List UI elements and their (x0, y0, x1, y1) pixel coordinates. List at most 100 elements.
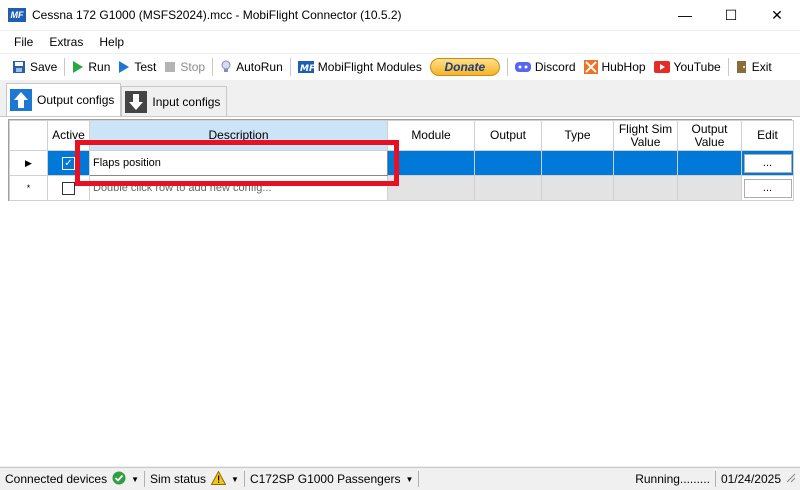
new-row-hint[interactable]: Double click row to add new config... (89, 175, 388, 201)
minimize-button[interactable]: — (662, 0, 708, 30)
menu-help[interactable]: Help (91, 35, 132, 49)
test-label: Test (134, 60, 157, 74)
stop-label: Stop (180, 60, 206, 74)
hubhop-icon (583, 60, 598, 74)
check-circle-icon (112, 471, 126, 488)
active-checkbox-cell[interactable]: ✓ (47, 150, 90, 176)
resize-grip-icon[interactable] (786, 472, 796, 486)
warning-icon (210, 469, 227, 488)
output-value-cell (677, 175, 742, 201)
connected-devices-status[interactable]: Connected devices ▼ (0, 470, 144, 489)
play-icon (72, 60, 84, 74)
column-header-output-value[interactable]: Output Value (677, 120, 742, 151)
svg-text:MF: MF (300, 64, 314, 73)
output-configs-panel: Active Description Module Output Type Fl… (0, 116, 800, 466)
window-title: Cessna 172 G1000 (MSFS2024).mcc - MobiFl… (32, 7, 402, 22)
youtube-icon (653, 61, 670, 73)
toolbar-separator (506, 58, 508, 76)
sim-status-label: Sim status (150, 472, 207, 486)
exit-button[interactable]: Exit (732, 56, 776, 78)
edit-button[interactable]: ... (743, 178, 792, 198)
table-row[interactable]: ▶ ✓ Flaps position ... (9, 150, 794, 176)
output-cell[interactable] (474, 175, 542, 201)
column-header-flight-sim-value[interactable]: Flight Sim Value (613, 120, 678, 151)
column-header-edit[interactable]: Edit (741, 120, 794, 151)
status-separator (418, 471, 420, 487)
type-cell[interactable] (541, 150, 614, 176)
youtube-button[interactable]: YouTube (650, 56, 725, 78)
module-cell[interactable] (387, 150, 475, 176)
output-config-grid: Active Description Module Output Type Fl… (8, 119, 794, 201)
flight-sim-value-cell (613, 175, 678, 201)
sim-status[interactable]: Sim status ▼ (145, 469, 244, 489)
run-button[interactable]: Run (68, 56, 114, 78)
youtube-label: YouTube (673, 60, 721, 74)
toolbar-separator (727, 58, 729, 76)
status-bar: Connected devices ▼ Sim status ▼ C172SP … (0, 467, 800, 490)
exit-door-icon (736, 60, 748, 74)
column-header-type[interactable]: Type (541, 120, 614, 151)
column-header-module[interactable]: Module (387, 120, 475, 151)
edit-button[interactable]: ... (743, 153, 792, 173)
config-tabs: Output configs Input configs (0, 82, 800, 116)
arrow-down-icon (125, 90, 148, 113)
maximize-button[interactable]: ☐ (708, 0, 754, 30)
connected-devices-label: Connected devices (5, 472, 108, 486)
run-label: Run (88, 60, 111, 74)
column-header-active[interactable]: Active (47, 120, 90, 151)
toolbar-separator (64, 58, 66, 76)
flight-sim-value-cell (613, 150, 678, 176)
mobiflight-logo-icon: MF (297, 61, 314, 73)
output-value-cell (677, 150, 742, 176)
hubhop-button[interactable]: HubHop (580, 56, 650, 78)
edit-cell: ... (741, 175, 794, 201)
arrow-up-icon (10, 89, 32, 111)
module-cell[interactable] (387, 175, 475, 201)
active-checkbox[interactable] (62, 181, 75, 195)
close-button[interactable]: ✕ (754, 0, 800, 30)
description-cell[interactable]: Flaps position (89, 150, 388, 176)
exit-label: Exit (751, 60, 772, 74)
mobiflight-logo-icon: MF (8, 7, 26, 22)
aircraft-selector[interactable]: C172SP G1000 Passengers ▼ (245, 470, 418, 489)
column-header-description[interactable]: Description (89, 120, 388, 151)
discord-icon (514, 61, 531, 73)
discord-label: Discord (534, 60, 576, 74)
tab-input-label: Input configs (152, 94, 221, 109)
new-row-marker[interactable]: * (9, 175, 48, 201)
toolbar: Save Run Test Stop AutoRun MF MobiFlight… (0, 54, 800, 80)
save-label: Save (30, 60, 58, 74)
row-header-column (9, 120, 48, 151)
toolbar-separator (289, 58, 291, 76)
title-bar: MF Cessna 172 G1000 (MSFS2024).mcc - Mob… (0, 0, 800, 30)
active-checkbox-cell[interactable] (47, 175, 90, 201)
tab-output-label: Output configs (37, 93, 115, 107)
save-button[interactable]: Save (8, 56, 61, 78)
tab-input-configs[interactable]: Input configs (121, 86, 228, 116)
menu-file[interactable]: File (6, 35, 41, 49)
stop-button[interactable]: Stop (160, 56, 209, 78)
tab-output-configs[interactable]: Output configs (6, 83, 122, 116)
new-row[interactable]: * Double click row to add new config... … (9, 175, 794, 201)
column-header-output[interactable]: Output (474, 120, 542, 151)
test-button[interactable]: Test (114, 56, 160, 78)
autorun-button[interactable]: AutoRun (216, 56, 287, 78)
active-checkbox[interactable]: ✓ (62, 156, 75, 170)
toolbar-separator (212, 58, 214, 76)
discord-button[interactable]: Discord (511, 56, 580, 78)
chevron-down-icon[interactable]: ▼ (131, 475, 139, 484)
donate-button[interactable]: Donate (429, 58, 500, 76)
date-status: 01/24/2025 (720, 472, 781, 486)
menu-extras[interactable]: Extras (41, 35, 91, 49)
stop-icon (164, 61, 176, 73)
row-selector[interactable]: ▶ (9, 150, 48, 176)
output-cell[interactable] (474, 150, 542, 176)
autorun-label: AutoRun (236, 60, 283, 74)
lightbulb-icon (220, 60, 232, 74)
floppy-disk-icon (12, 60, 26, 74)
mobiflight-modules-button[interactable]: MF MobiFlight Modules (294, 56, 426, 78)
hubhop-label: HubHop (601, 60, 646, 74)
chevron-down-icon[interactable]: ▼ (405, 475, 413, 484)
type-cell[interactable] (541, 175, 614, 201)
chevron-down-icon[interactable]: ▼ (231, 475, 239, 484)
